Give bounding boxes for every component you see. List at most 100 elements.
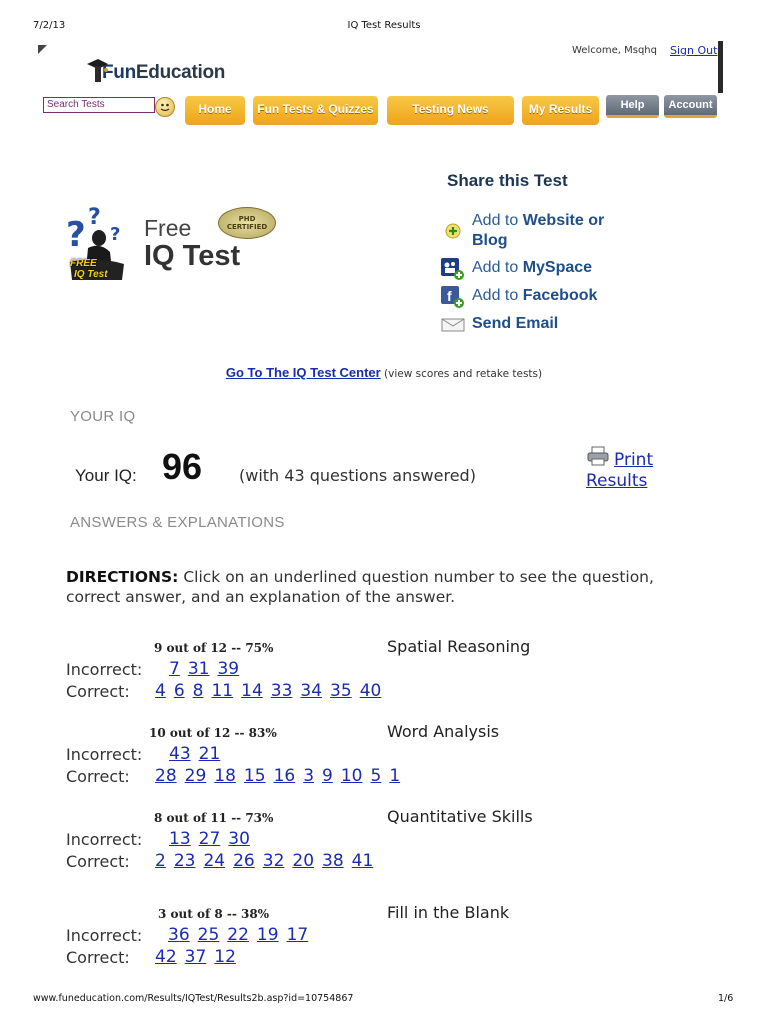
question-link[interactable]: 5 xyxy=(371,766,382,786)
question-link[interactable]: 30 xyxy=(228,829,250,849)
correct-question-list: 42 37 12 xyxy=(155,947,244,967)
directions-label: DIRECTIONS: xyxy=(66,568,179,586)
correct-question-list: 28 29 18 15 16 3 9 10 5 1 xyxy=(155,766,408,786)
question-link[interactable]: 19 xyxy=(257,925,279,945)
sign-out-link[interactable]: Sign Out xyxy=(670,44,717,57)
question-link[interactable]: 43 xyxy=(169,744,191,764)
smiley-search-icon xyxy=(160,103,170,112)
print-link-line2[interactable]: Results xyxy=(586,471,647,491)
category-score: 8 out of 11 -- 73% xyxy=(154,811,274,825)
question-link[interactable]: 42 xyxy=(155,947,177,967)
question-link[interactable]: 22 xyxy=(227,925,249,945)
question-link[interactable]: 41 xyxy=(352,851,374,871)
question-link[interactable]: 8 xyxy=(193,681,204,701)
print-link-line1[interactable]: Print xyxy=(614,450,653,470)
question-link[interactable]: 3 xyxy=(303,766,314,786)
question-link[interactable]: 24 xyxy=(203,851,225,871)
question-link[interactable]: 13 xyxy=(169,829,191,849)
your-iq-section-label: YOUR IQ xyxy=(70,408,136,425)
question-link[interactable]: 29 xyxy=(185,766,207,786)
question-link[interactable]: 38 xyxy=(322,851,344,871)
questions-answered: (with 43 questions answered) xyxy=(239,466,476,485)
incorrect-question-list: 43 21 xyxy=(169,744,228,764)
nav-testing-news[interactable]: Testing News xyxy=(387,96,514,125)
nav-fun-tests[interactable]: Fun Tests & Quizzes xyxy=(253,96,378,125)
category-title: Fill in the Blank xyxy=(387,903,510,922)
question-link[interactable]: 6 xyxy=(174,681,185,701)
answers-section-label: ANSWERS & EXPLANATIONS xyxy=(70,514,285,531)
question-link[interactable]: 21 xyxy=(199,744,221,764)
share-myspace-bold: MySpace xyxy=(522,259,593,276)
share-facebook-link[interactable]: Add to Facebook xyxy=(472,287,597,305)
incorrect-label: Incorrect: xyxy=(66,830,143,849)
share-myspace-link[interactable]: Add to MySpace xyxy=(472,259,592,277)
question-link[interactable]: 39 xyxy=(217,659,239,679)
correct-label: Correct: xyxy=(66,767,130,786)
question-link[interactable]: 9 xyxy=(322,766,333,786)
question-link[interactable]: 33 xyxy=(271,681,293,701)
category-score: 10 out of 12 -- 83% xyxy=(149,726,277,740)
svg-text:f: f xyxy=(447,288,452,304)
search-go-button[interactable] xyxy=(155,97,175,117)
print-footer-page: 1/6 xyxy=(718,993,734,1004)
incorrect-label: Incorrect: xyxy=(66,926,143,945)
question-link[interactable]: 11 xyxy=(211,681,233,701)
question-link[interactable]: 2 xyxy=(155,851,166,871)
question-link[interactable]: 17 xyxy=(287,925,309,945)
search-input[interactable]: Search Tests xyxy=(43,97,155,113)
correct-label: Correct: xyxy=(66,852,130,871)
question-link[interactable]: 1 xyxy=(389,766,400,786)
add-website-icon xyxy=(444,222,462,244)
question-link[interactable]: 16 xyxy=(274,766,296,786)
question-link[interactable]: 36 xyxy=(168,925,190,945)
question-link[interactable]: 28 xyxy=(155,766,177,786)
your-iq-label: Your IQ: xyxy=(75,466,137,485)
question-link[interactable]: 37 xyxy=(185,947,207,967)
iq-test-center-link[interactable]: Go To The IQ Test Center xyxy=(226,365,381,380)
correct-question-list: 2 23 24 26 32 20 38 41 xyxy=(155,851,381,871)
share-website-link[interactable]: Add to Website or Blog xyxy=(472,211,604,251)
scrollbar-thumb[interactable] xyxy=(718,41,723,93)
email-envelope-icon xyxy=(441,317,465,336)
correct-question-list: 4 6 8 11 14 33 34 35 40 xyxy=(155,681,389,701)
iq-center-line: Go To The IQ Test Center (view scores an… xyxy=(0,365,768,380)
correct-label: Correct: xyxy=(66,948,130,967)
nav-home[interactable]: Home xyxy=(185,96,245,125)
question-link[interactable]: 23 xyxy=(174,851,196,871)
question-link[interactable]: 34 xyxy=(300,681,322,701)
question-link[interactable]: 14 xyxy=(241,681,263,701)
question-link[interactable]: 18 xyxy=(214,766,236,786)
question-link[interactable]: 31 xyxy=(188,659,210,679)
share-facebook-bold: Facebook xyxy=(522,287,598,304)
question-link[interactable]: 35 xyxy=(330,681,352,701)
question-link[interactable]: 15 xyxy=(244,766,266,786)
question-link[interactable]: 25 xyxy=(198,925,220,945)
printer-icon[interactable] xyxy=(587,446,609,470)
thinker-figure-icon: ? ? ? FREE IQ Test xyxy=(66,200,128,284)
site-logo[interactable]: FunEducation xyxy=(86,56,225,84)
arrow-icon xyxy=(38,40,48,59)
print-footer-url: www.funeducation.com/Results/IQTest/Resu… xyxy=(33,993,354,1004)
test-logo-name: IQ Test xyxy=(144,240,241,272)
myspace-icon xyxy=(441,258,465,284)
nav-help[interactable]: Help xyxy=(606,95,659,118)
share-myspace-prefix: Add to xyxy=(472,259,523,276)
question-link[interactable]: 27 xyxy=(199,829,221,849)
share-email-link[interactable]: Send Email xyxy=(472,315,558,333)
question-link[interactable]: 32 xyxy=(263,851,285,871)
nav-account[interactable]: Account xyxy=(664,95,717,118)
question-link[interactable]: 26 xyxy=(233,851,255,871)
question-link[interactable]: 7 xyxy=(169,659,180,679)
question-link[interactable]: 10 xyxy=(341,766,363,786)
directions-text: Click on an underlined question number t… xyxy=(183,568,654,586)
question-link[interactable]: 4 xyxy=(155,681,166,701)
nav-my-results[interactable]: My Results xyxy=(522,96,599,125)
question-link[interactable]: 20 xyxy=(292,851,314,871)
question-link[interactable]: 40 xyxy=(360,681,382,701)
category-title: Quantitative Skills xyxy=(387,807,533,826)
print-title: IQ Test Results xyxy=(347,20,421,31)
directions-text-2: correct answer, and an explanation of th… xyxy=(66,588,456,606)
share-website-bold: Website or xyxy=(522,212,605,229)
question-link[interactable]: 12 xyxy=(214,947,236,967)
incorrect-question-list: 13 27 30 xyxy=(169,829,258,849)
